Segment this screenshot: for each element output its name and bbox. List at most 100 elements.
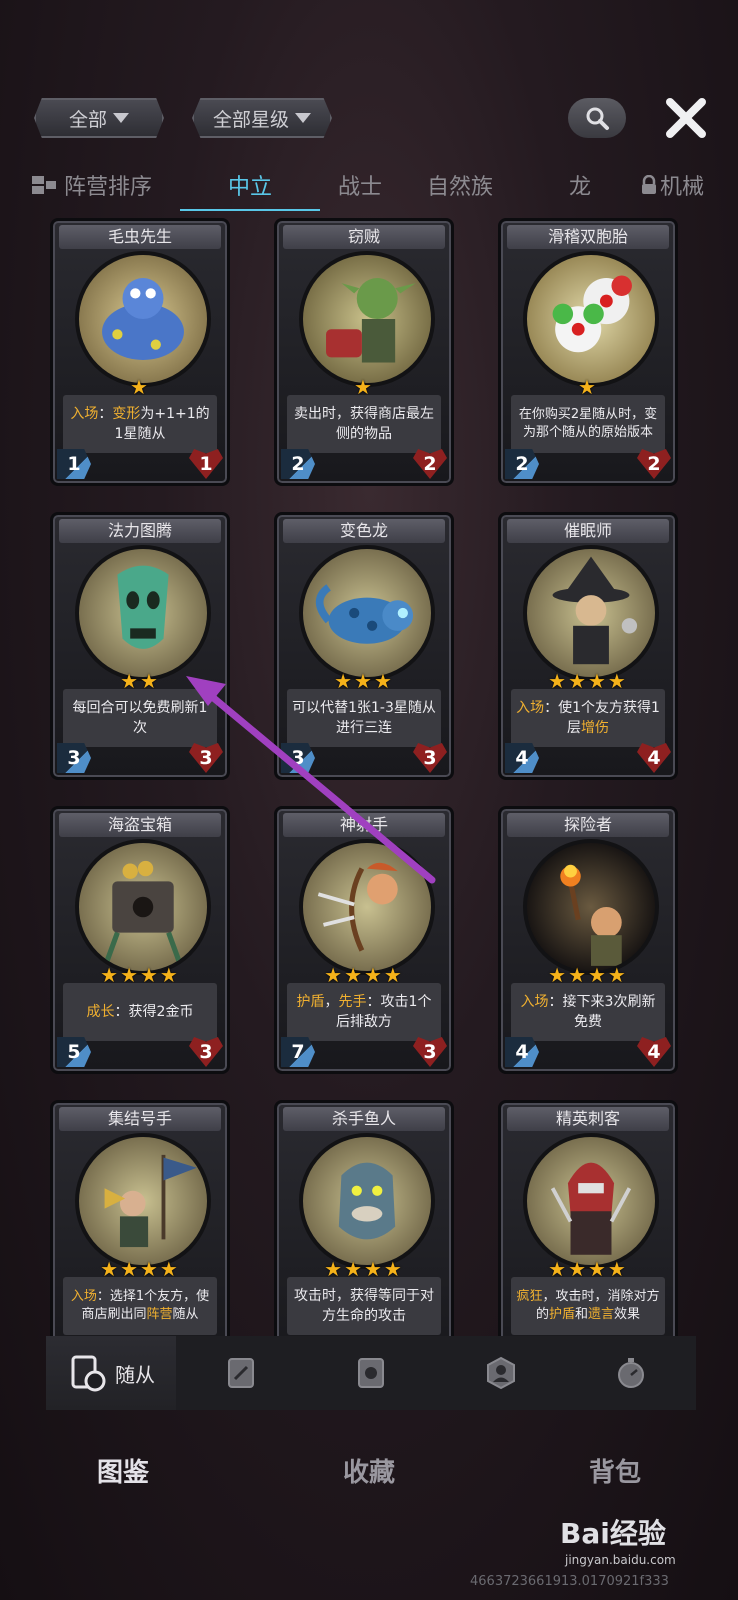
card-desc: 成长：获得2金币 [63,983,217,1041]
attack-value: 2 [505,449,539,479]
card-art [299,545,435,681]
close-button[interactable] [660,92,712,144]
card-name: 法力图腾 [59,519,221,543]
category-item[interactable] [306,1336,436,1410]
card-explorer[interactable]: 探险者 ★★★★ 入场：接下来3次刷新免费 4 4 [498,806,678,1074]
card-clown-twins[interactable]: 滑稽双胞胎 ★ 在你购买2星随从时，变为那个随从的原始版本 2 2 [498,218,678,486]
card-art [523,1133,659,1269]
card-thief[interactable]: 窃贼 ★ 卖出时，获得商店最左侧的物品 2 2 [274,218,454,486]
attack-value: 3 [57,743,91,773]
card-art [523,545,659,681]
card-desc: 每回合可以免费刷新1次 [63,689,217,747]
card-art [75,545,211,681]
faction-filter[interactable]: 全部 [34,98,164,138]
tab-nature[interactable]: 自然族 [410,169,510,201]
card-archer[interactable]: 神射手 ★★★★ 护盾，先手：攻击1个后排敌方 7 3 [274,806,454,1074]
stopwatch-icon [618,1358,644,1388]
tab-label: 龙 [568,175,591,200]
tab-warrior[interactable]: 战士 [320,169,400,201]
health-value: 4 [637,1037,671,1067]
card-grid: 毛虫先生 ★ 入场：变形为+1+1的1星随从 1 1 窃贼 ★ 卖出时，获得商店… [46,218,696,1336]
dropdown-arrow-icon [295,113,311,123]
category-minion[interactable]: 随从 [46,1336,176,1410]
tab-dragon[interactable]: 龙 [550,169,610,201]
card-art [523,839,659,975]
watermark-id: 4663723661913.0170921f333 [470,1574,669,1589]
card-name: 精英刺客 [507,1107,669,1131]
attack-value: 5 [57,1037,91,1067]
search-button[interactable] [568,98,626,138]
category-bar: 随从 [46,1336,696,1410]
card-name: 探险者 [507,813,669,837]
card-desc: 入场：使1个友方获得1层增伤 [511,689,665,747]
card-rally-bugler[interactable]: 集结号手 ★★★★ 入场：选择1个友方，使商店刷出同阵营随从 [50,1100,230,1336]
nav-codex[interactable]: 图鉴 [23,1452,223,1489]
card-art [299,1133,435,1269]
card-art [299,839,435,975]
card-killer-fishman[interactable]: 杀手鱼人 ★★★★ 攻击时，获得等同于对方生命的攻击 [274,1100,454,1336]
tab-label: 阵营排序 [64,175,153,200]
category-timer[interactable] [566,1336,696,1410]
tab-neutral[interactable]: 中立 [180,169,320,211]
card-desc: 在你购买2星随从时，变为那个随从的原始版本 [511,395,665,453]
nav-collection[interactable]: 收藏 [269,1452,469,1489]
tab-label: 战士 [337,175,382,200]
health-value: 4 [637,743,671,773]
card-desc: 可以代替1张1-3星随从进行三连 [287,689,441,747]
health-value: 3 [413,1037,447,1067]
health-value: 3 [189,1037,223,1067]
star-filter[interactable]: 全部星级 [192,98,332,138]
spell-card-icon [228,1358,254,1388]
item-card-icon [358,1358,384,1388]
dropdown-arrow-icon [113,113,129,123]
watermark-site: jingyan.baidu.com [565,1553,676,1567]
tab-faction-sort[interactable]: 阵营排序 [30,169,160,201]
card-mana-totem[interactable]: 法力图腾 ★★ 每回合可以免费刷新1次 3 3 [50,512,230,780]
faction-tabs: 阵营排序 中立 战士 自然族 龙 机械 [30,162,720,211]
sort-icon [32,176,56,194]
lock-icon [642,175,656,194]
nav-backpack[interactable]: 背包 [515,1452,715,1489]
search-icon [586,107,609,130]
card-desc: 入场：接下来3次刷新免费 [511,983,665,1041]
card-desc: 卖出时，获得商店最左侧的物品 [287,395,441,453]
hero-portrait-icon [487,1356,515,1390]
faction-filter-label: 全部 [68,108,107,131]
attack-value: 7 [281,1037,315,1067]
attack-value: 4 [505,1037,539,1067]
card-name: 海盗宝箱 [59,813,221,837]
baidu-watermark-logo: Bai经验 [560,1517,666,1550]
category-spell[interactable] [176,1336,306,1410]
card-name: 毛虫先生 [59,225,221,249]
card-pirate-chest[interactable]: 海盗宝箱 ★★★★ 成长：获得2金币 5 3 [50,806,230,1074]
card-art [299,251,435,387]
health-value: 2 [637,449,671,479]
attack-value: 3 [281,743,315,773]
attack-value: 1 [57,449,91,479]
tab-mech[interactable]: 机械 [640,169,720,201]
card-art [75,1133,211,1269]
card-desc: 攻击时，获得等同于对方生命的攻击 [287,1277,441,1335]
category-hero[interactable] [436,1336,566,1410]
card-desc: 入场：变形为+1+1的1星随从 [63,395,217,453]
card-name: 催眠师 [507,519,669,543]
card-chameleon[interactable]: 变色龙 ★★★ 可以代替1张1-3星随从进行三连 3 3 [274,512,454,780]
card-name: 集结号手 [59,1107,221,1131]
attack-value: 4 [505,743,539,773]
card-name: 滑稽双胞胎 [507,225,669,249]
bottom-nav: 图鉴 收藏 背包 [0,1430,738,1510]
card-caterpillar[interactable]: 毛虫先生 ★ 入场：变形为+1+1的1星随从 1 1 [50,218,230,486]
card-hypnotist[interactable]: 催眠师 ★★★★ 入场：使1个友方获得1层增伤 4 4 [498,512,678,780]
health-value: 1 [189,449,223,479]
health-value: 3 [189,743,223,773]
health-value: 2 [413,449,447,479]
card-name: 神射手 [283,813,445,837]
category-label: 随从 [115,1362,155,1387]
card-name: 变色龙 [283,519,445,543]
tab-label: 中立 [227,175,272,200]
card-art [75,839,211,975]
star-filter-label: 全部星级 [212,108,289,131]
card-elite-assassin[interactable]: 精英刺客 ★★★★ 疯狂，攻击时，消除对方的护盾和遗言效果 [498,1100,678,1336]
card-art [75,251,211,387]
card-art [523,251,659,387]
